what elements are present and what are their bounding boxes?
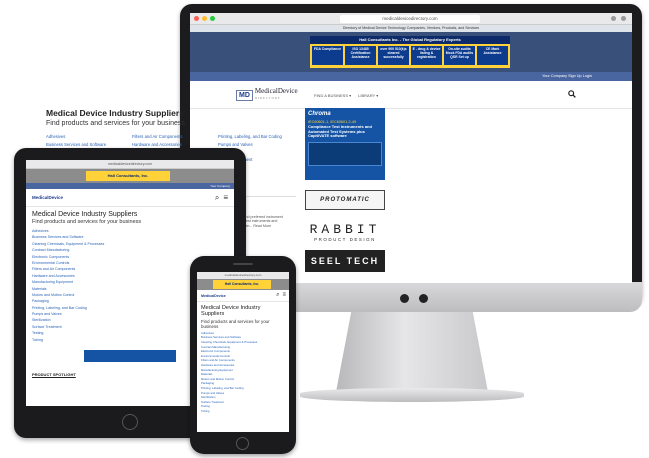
- ad-cell: On-site audits Mock FDA audits QSR Set u…: [444, 46, 475, 65]
- ad-cell: E - drug & device listing & registration: [411, 46, 442, 65]
- site-logo[interactable]: MD MedicalDevice DIRECTORY: [236, 88, 298, 102]
- share-icon[interactable]: [611, 16, 616, 21]
- nav-library[interactable]: LIBRARY ▾: [358, 93, 378, 98]
- menu-icon[interactable]: ≡: [223, 193, 228, 203]
- ad-cell: ISO 13485 Certification Assistance: [345, 46, 376, 65]
- category-link[interactable]: Adhesives: [46, 134, 124, 139]
- page-subtitle: Find products and services for your busi…: [46, 120, 185, 127]
- tablet-page-title: Medical Device Industry Suppliers: [32, 211, 138, 218]
- tablet-address-bar[interactable]: medicaldevicedirectory.com: [26, 160, 234, 169]
- protomatic-ad[interactable]: PROTOMATIC: [305, 190, 385, 210]
- category-link[interactable]: Filters and Air Components: [132, 134, 210, 139]
- seeltech-ad[interactable]: SEEL TECH: [305, 250, 385, 272]
- logo-name: MedicalDevice: [254, 87, 298, 95]
- list-item[interactable]: Cleaning Chemicals, Equipment & Processe…: [32, 242, 228, 246]
- list-item[interactable]: Hardware and Accessories: [201, 363, 285, 367]
- list-item[interactable]: Manufacturing Equipment: [201, 368, 285, 372]
- category-link[interactable]: Printing, Labeling, and Bar Coding: [218, 134, 296, 139]
- list-item[interactable]: Cleaning Chemicals, Equipment & Processe…: [201, 340, 285, 344]
- maximize-window-icon[interactable]: [210, 16, 215, 21]
- list-item[interactable]: Contract Manufacturing: [32, 248, 228, 252]
- phone-page-title: Medical Device Industry Suppliers: [201, 305, 261, 318]
- ad-heading: Hall Consultants Inc. - The Global Regul…: [310, 36, 510, 44]
- phone-speaker: [233, 263, 253, 265]
- phone-address-bar[interactable]: medicaldevicedirectory.com: [197, 272, 289, 279]
- logo-subtitle: DIRECTORY: [254, 96, 281, 100]
- ad-cell: CE Mark Assistance: [477, 46, 508, 65]
- phone-home-button: [236, 437, 249, 450]
- phone-banner-ad[interactable]: Hall Consultants, Inc.: [197, 279, 289, 290]
- site-header: MD MedicalDevice DIRECTORY FIND A BUSINE…: [190, 81, 632, 109]
- list-item[interactable]: Surface Treatment: [201, 400, 285, 404]
- browser-toolbar: medicaldevicedirectory.com: [190, 13, 632, 25]
- phone-header: MedicalDevice ⌕ ≡: [197, 290, 289, 302]
- rabbit-ad[interactable]: RABBIT PRODUCT DESIGN: [305, 222, 385, 242]
- window-controls: [194, 16, 215, 21]
- phone-page-subtitle: Find products and services for your busi…: [201, 318, 270, 329]
- ad-cell: FDA Compliance: [312, 46, 343, 65]
- menu-icon[interactable]: ≡: [282, 292, 286, 299]
- tablet-page-subtitle: Find products and services for your busi…: [32, 219, 142, 225]
- rabbit-subtitle: PRODUCT DESIGN: [314, 237, 376, 242]
- site-tagline: Directory of Medical Device Technology C…: [190, 25, 632, 32]
- chroma-product-image: [308, 141, 382, 166]
- top-banner-ad[interactable]: Hall Consultants Inc. - The Global Regul…: [190, 32, 632, 72]
- hall-consultants-ad[interactable]: Hall Consultants Inc. - The Global Regul…: [310, 36, 510, 68]
- list-item[interactable]: Adhesives: [32, 229, 228, 233]
- tablet-logo[interactable]: MedicalDevice: [32, 195, 63, 200]
- main-nav: FIND A BUSINESS ▾ LIBRARY ▾: [314, 93, 378, 98]
- category-link[interactable]: Pumps and Valves: [218, 142, 296, 147]
- address-bar[interactable]: medicaldevicedirectory.com: [340, 15, 480, 23]
- chroma-logo: Chroma: [308, 111, 331, 117]
- close-window-icon[interactable]: [194, 16, 199, 21]
- user-nav[interactable]: Your Company Sign Up Login: [190, 72, 632, 81]
- category-link[interactable]: Business Services and Software: [46, 142, 124, 147]
- tabs-icon[interactable]: [621, 16, 626, 21]
- browser-actions: [611, 16, 626, 21]
- category-link[interactable]: Hardware and Accessories: [132, 142, 210, 147]
- ad-cell: over 900 510(k)s cleared successfully: [378, 46, 409, 65]
- list-item[interactable]: Tubing: [201, 409, 285, 413]
- monitor-stand: [336, 312, 488, 392]
- nav-find-business[interactable]: FIND A BUSINESS ▾: [314, 93, 351, 98]
- chroma-ad[interactable]: Chroma IEC60601-1, IEC60601-2-49 Complia…: [305, 108, 385, 180]
- rabbit-logo: RABBIT: [309, 222, 381, 237]
- tablet-banner-ad[interactable]: Hall Consultants, Inc.: [26, 169, 234, 183]
- monitor-camera-dots: [400, 294, 428, 303]
- tablet-ad-text: Hall Consultants, Inc.: [86, 171, 170, 181]
- page-title: Medical Device Industry Suppliers: [46, 108, 184, 118]
- tablet-home-button: [122, 414, 138, 430]
- search-icon[interactable]: [568, 90, 576, 98]
- phone-logo[interactable]: MedicalDevice: [201, 294, 226, 298]
- search-icon[interactable]: ⌕: [215, 193, 219, 203]
- desktop-sidebar-ads: Chroma IEC60601-1, IEC60601-2-49 Complia…: [305, 108, 385, 272]
- monitor-stand-base: [300, 388, 524, 402]
- logo-mark: MD: [236, 89, 253, 101]
- tablet-header: MedicalDevice ⌕ ≡: [26, 189, 234, 207]
- chroma-subtext: Compliance Test Instruments and Automate…: [308, 124, 372, 139]
- phone-category-list: Adhesives Business Services and Software…: [201, 331, 285, 414]
- list-item[interactable]: Testing: [201, 404, 285, 408]
- phone-screen: medicaldevicedirectory.com Hall Consulta…: [197, 272, 289, 432]
- list-item[interactable]: Business Services and Software: [32, 235, 228, 239]
- minimize-window-icon[interactable]: [202, 16, 207, 21]
- tablet-chroma-ad[interactable]: [84, 349, 176, 362]
- search-icon[interactable]: ⌕: [276, 292, 279, 299]
- list-item[interactable]: Printing, Labeling, and Bar Coding: [201, 386, 285, 390]
- phone-ad-text: Hall Consultants, Inc.: [213, 280, 271, 289]
